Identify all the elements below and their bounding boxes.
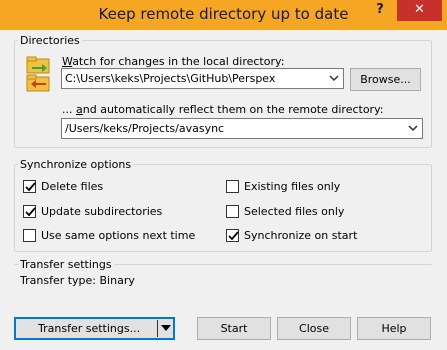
checkmark-icon: [25, 182, 36, 192]
remote-directory-label: ... and automatically reflect them on th…: [62, 103, 384, 116]
local-directory-label: Watch for changes in the local directory…: [62, 55, 285, 68]
local-directory-value: C:\Users\keks\Projects\GitHub\Perspex: [65, 72, 276, 85]
local-directory-combobox[interactable]: C:\Users\keks\Projects\GitHub\Perspex: [61, 68, 344, 89]
checkbox-box[interactable]: [226, 205, 239, 218]
checkbox-label: Update subdirectories: [41, 205, 163, 218]
remote-directory-value: /Users/keks/Projects/avasync: [65, 122, 225, 135]
directories-group-label: Directories: [18, 34, 82, 47]
checkmark-icon: [25, 207, 36, 217]
split-dropdown-arrow-icon[interactable]: [161, 325, 171, 332]
checkbox-box[interactable]: [23, 205, 36, 218]
transfer-settings-label: Transfer settings...: [38, 322, 141, 335]
checkbox-label: Delete files: [41, 180, 104, 193]
remote-directory-combobox[interactable]: /Users/keks/Projects/avasync: [61, 118, 423, 139]
checkbox-box[interactable]: [23, 180, 36, 193]
start-button[interactable]: Start: [197, 317, 271, 340]
transfer-settings-button[interactable]: Transfer settings...: [14, 317, 175, 340]
help-button[interactable]: Help: [357, 317, 431, 340]
checkbox-label: Use same options next time: [41, 229, 196, 242]
keep-remote-up-to-date-dialog: Keep remote directory up to date ? ✕ Dir…: [0, 0, 447, 350]
checkbox-box[interactable]: [226, 229, 239, 242]
checkbox-box[interactable]: [23, 229, 36, 242]
synchronize-options-group-label: Synchronize options: [18, 158, 134, 171]
checkmark-icon: [228, 231, 239, 241]
title-bar[interactable]: Keep remote directory up to date ? ✕: [0, 0, 447, 30]
checkbox-box[interactable]: [226, 180, 239, 193]
checkbox-label: Selected files only: [244, 205, 345, 218]
sync-folder-icon: [26, 56, 50, 92]
split-divider: [157, 320, 158, 337]
chevron-down-icon[interactable]: [328, 71, 340, 86]
close-window-button[interactable]: ✕: [397, 0, 442, 21]
checkbox-label: Existing files only: [244, 180, 341, 193]
browse-button[interactable]: Browse...: [350, 68, 421, 91]
chevron-down-icon[interactable]: [407, 121, 419, 136]
help-title-button[interactable]: ?: [368, 2, 392, 22]
checkbox-label: Synchronize on start: [244, 229, 358, 242]
close-button[interactable]: Close: [277, 317, 351, 340]
transfer-type-text: Transfer type: Binary: [20, 274, 135, 287]
transfer-settings-group-label: Transfer settings: [18, 258, 114, 271]
